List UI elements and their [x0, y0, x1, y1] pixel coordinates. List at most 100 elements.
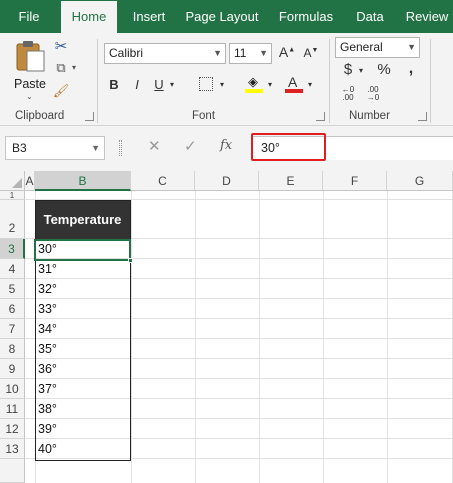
name-box[interactable]: B3 ▼: [5, 136, 105, 160]
formula-bar-grip[interactable]: [119, 140, 122, 156]
chevron-down-icon: ▼: [259, 48, 268, 58]
table-header-temperature[interactable]: Temperature: [35, 200, 130, 239]
percent-icon[interactable]: %: [375, 61, 393, 78]
underline-button[interactable]: U: [152, 77, 166, 92]
font-color-dropdown-icon[interactable]: ▾: [306, 80, 314, 89]
comma-style-icon[interactable]: ,: [404, 60, 418, 78]
column-header-c[interactable]: C: [131, 171, 195, 191]
formula-highlight-box: [251, 133, 326, 161]
cell-b6[interactable]: 33°: [35, 299, 130, 319]
number-dialog-launcher[interactable]: [418, 112, 427, 121]
number-format-select[interactable]: General ▼: [335, 37, 420, 58]
number-format-value: General: [340, 40, 383, 54]
cell-b3[interactable]: 30°: [35, 239, 130, 259]
gridline: [323, 191, 324, 483]
group-divider: [430, 39, 431, 123]
cell-b5[interactable]: 32°: [35, 279, 130, 299]
group-divider: [97, 39, 98, 123]
tab-insert[interactable]: Insert: [124, 0, 174, 33]
cell-b8[interactable]: 35°: [35, 339, 130, 359]
column-header-e[interactable]: E: [259, 171, 323, 191]
currency-icon[interactable]: $: [341, 61, 355, 78]
worksheet-grid[interactable]: A B C D E F G 1 2 3 4 5 6 7 8 9 10 11 12…: [0, 171, 453, 483]
cell-b4[interactable]: 31°: [35, 259, 130, 279]
row-header-13[interactable]: 13: [0, 439, 25, 459]
decrease-font-icon[interactable]: A▼: [302, 46, 320, 60]
decrease-decimal-icon[interactable]: .00 →0: [364, 86, 382, 102]
tab-formulas[interactable]: Formulas: [273, 0, 339, 33]
cancel-icon[interactable]: ✕: [148, 137, 161, 155]
row-header-1[interactable]: 1: [0, 191, 25, 200]
font-size-value: 11: [234, 46, 247, 60]
column-header-d[interactable]: D: [195, 171, 259, 191]
increase-decimal-icon[interactable]: ←0.00: [339, 86, 357, 102]
paste-label: Paste: [14, 77, 46, 91]
number-group-label: Number: [349, 110, 390, 122]
borders-dropdown-icon[interactable]: ▾: [218, 80, 226, 89]
increase-font-icon[interactable]: A▲: [278, 44, 296, 60]
select-all-corner[interactable]: [0, 171, 25, 191]
row-header-6[interactable]: 6: [0, 299, 25, 319]
row-header-3[interactable]: 3: [0, 239, 25, 259]
row-header-2[interactable]: 2: [0, 200, 25, 239]
insert-function-icon[interactable]: fx: [220, 138, 232, 153]
gridline: [387, 191, 388, 483]
row-header-5[interactable]: 5: [0, 279, 25, 299]
formula-bar: B3 ▼ ✕ ✓ fx 30°: [0, 126, 453, 171]
tab-file[interactable]: File: [8, 0, 50, 33]
column-header-a[interactable]: A: [25, 171, 35, 191]
gridline: [195, 191, 196, 483]
font-name-select[interactable]: Calibri ▼: [104, 43, 226, 64]
tab-page-layout[interactable]: Page Layout: [182, 0, 262, 33]
bold-button[interactable]: B: [107, 77, 121, 92]
row-header-9[interactable]: 9: [0, 359, 25, 379]
fill-color-dropdown-icon[interactable]: ▾: [266, 80, 274, 89]
tab-data[interactable]: Data: [349, 0, 391, 33]
chevron-down-icon: ▼: [213, 48, 222, 58]
format-painter-icon[interactable]: 🖌: [52, 83, 70, 99]
fill-color-icon[interactable]: ◈: [245, 74, 263, 94]
row-header-14[interactable]: [0, 459, 25, 483]
cell-b11[interactable]: 38°: [35, 399, 130, 419]
gridline: [259, 191, 260, 483]
copy-icon[interactable]: ⧉: [52, 60, 70, 76]
row-header-4[interactable]: 4: [0, 259, 25, 279]
font-group-label: Font: [192, 110, 216, 122]
column-header-b[interactable]: B: [35, 171, 131, 191]
clipboard-dialog-launcher[interactable]: [85, 112, 94, 121]
row-header-8[interactable]: 8: [0, 339, 25, 359]
column-header-f[interactable]: F: [323, 171, 387, 191]
ribbon-home: Paste ⌄ ✂ ⧉ ▾ 🖌 Clipboard Calibri ▼ 11 ▼…: [0, 33, 453, 126]
row-header-10[interactable]: 10: [0, 379, 25, 399]
cut-icon[interactable]: ✂: [52, 37, 70, 55]
cell-b9[interactable]: 36°: [35, 359, 130, 379]
borders-icon[interactable]: [199, 77, 213, 91]
row-header-12[interactable]: 12: [0, 419, 25, 439]
column-header-g[interactable]: G: [387, 171, 453, 191]
cell-b12[interactable]: 39°: [35, 419, 130, 439]
fill-handle[interactable]: [128, 258, 133, 263]
font-color-icon[interactable]: A: [285, 74, 303, 94]
cell-b7[interactable]: 34°: [35, 319, 130, 339]
paste-icon: [16, 41, 45, 72]
gridline: [131, 191, 132, 483]
group-divider: [329, 39, 330, 123]
ribbon-tab-bar: File Home Insert Page Layout Formulas Da…: [0, 0, 453, 33]
currency-dropdown-icon[interactable]: ▾: [357, 66, 365, 75]
row-header-7[interactable]: 7: [0, 319, 25, 339]
row-header-11[interactable]: 11: [0, 399, 25, 419]
cell-b10[interactable]: 37°: [35, 379, 130, 399]
font-name-value: Calibri: [109, 46, 144, 60]
copy-dropdown-icon[interactable]: ▾: [70, 63, 78, 72]
tab-home[interactable]: Home: [61, 1, 117, 33]
underline-dropdown-icon[interactable]: ▾: [168, 80, 176, 89]
cell-b13[interactable]: 40°: [35, 439, 130, 459]
italic-button[interactable]: I: [130, 77, 144, 92]
font-dialog-launcher[interactable]: [316, 112, 325, 121]
chevron-down-icon: ▼: [407, 42, 416, 52]
tab-review[interactable]: Review: [401, 0, 453, 33]
chevron-down-icon: ⌄: [26, 92, 33, 101]
font-size-select[interactable]: 11 ▼: [229, 43, 272, 64]
enter-icon[interactable]: ✓: [184, 137, 197, 155]
paste-button[interactable]: Paste ⌄: [10, 37, 50, 103]
